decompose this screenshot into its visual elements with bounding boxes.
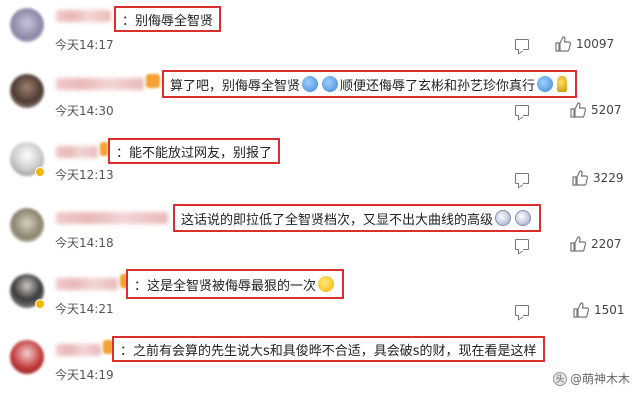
doge-emoji-icon — [302, 76, 319, 92]
username[interactable] — [56, 278, 118, 290]
comment-text-content: 算了吧，别侮辱全智贤 — [170, 78, 301, 94]
comment-text: ：能不能放过网友，别报了 — [108, 138, 281, 164]
comment-text-content: 顺便还侮辱了玄彬和孙艺珍你真行 — [340, 78, 536, 94]
comment-text-content: ：别侮辱全智贤 — [122, 13, 214, 29]
verified-icon — [35, 299, 45, 309]
watermark-text: @萌神木木 — [569, 372, 630, 386]
reply-icon[interactable] — [515, 239, 529, 250]
avatar[interactable] — [10, 208, 44, 242]
reply-icon[interactable] — [515, 173, 529, 184]
like-count: 10097 — [576, 37, 615, 51]
comment-actions: 2207 — [500, 236, 640, 256]
comment-text: 这话说的即拉低了全智贤档次，又显不出大曲线的高级 — [173, 204, 542, 232]
like-count: 3229 — [593, 171, 624, 185]
watermark: 头 @萌神木木 — [552, 370, 630, 387]
like-count: 5207 — [591, 103, 622, 117]
comment-text: ：这是全智贤被侮辱最狠的一次 — [126, 269, 345, 299]
username[interactable] — [56, 146, 98, 158]
like-icon[interactable] — [570, 102, 586, 118]
comment-actions: 3229 — [500, 170, 640, 190]
doge-emoji-icon — [322, 76, 339, 92]
comment-item: ：能不能放过网友，别报了 今天12:13 3229 — [0, 136, 640, 202]
comment-item: ：这是全智贤被侮辱最狠的一次 今天14:21 1501 — [0, 268, 640, 334]
like-icon[interactable] — [570, 236, 586, 252]
username[interactable] — [56, 212, 168, 224]
timestamp: 今天14:30 — [55, 104, 114, 118]
like-count: 1501 — [594, 303, 625, 317]
comment-actions: 10097 — [500, 36, 640, 56]
comment-actions: 5207 — [500, 102, 640, 122]
comment-text: ：别侮辱全智贤 — [114, 6, 222, 32]
like-icon[interactable] — [555, 36, 571, 52]
smile-emoji-icon — [318, 276, 335, 292]
comment-feed: ：别侮辱全智贤 今天14:17 10097 算了吧，别侮辱全智贤 顺便还侮辱了玄… — [0, 0, 640, 403]
username[interactable] — [56, 344, 101, 356]
comment-item: ：之前有会算的先生说大s和具俊晔不合适，具会破s的财，现在看是这样 今天14:1… — [0, 334, 640, 400]
shy-emoji-icon — [495, 210, 512, 226]
reply-icon[interactable] — [515, 105, 529, 116]
timestamp: 今天14:19 — [55, 368, 114, 382]
comment-item: 这话说的即拉低了全智贤档次，又显不出大曲线的高级 今天14:18 2207 — [0, 202, 640, 268]
avatar[interactable] — [10, 340, 44, 374]
username[interactable] — [56, 10, 111, 22]
avatar[interactable] — [10, 74, 44, 108]
comment-item: 算了吧，别侮辱全智贤 顺便还侮辱了玄彬和孙艺珍你真行 今天14:30 5207 — [0, 68, 640, 134]
reply-icon[interactable] — [515, 39, 529, 50]
comment-text-content: 这话说的即拉低了全智贤档次，又显不出大曲线的高级 — [181, 212, 494, 228]
vip-badge-icon — [146, 74, 160, 88]
toutiao-logo-icon: 头 — [552, 371, 567, 386]
timestamp: 今天14:21 — [55, 302, 114, 316]
comment-actions: 1501 — [500, 302, 640, 322]
verified-icon — [35, 167, 45, 177]
reply-icon[interactable] — [515, 305, 529, 316]
doge-emoji-icon — [537, 76, 554, 92]
vip-badge-icon — [100, 142, 108, 156]
shy-emoji-icon — [515, 210, 532, 226]
like-count: 2207 — [591, 237, 622, 251]
comment-text-content: ：这是全智贤被侮辱最狠的一次 — [134, 278, 317, 294]
avatar[interactable] — [10, 8, 44, 42]
username[interactable] — [56, 78, 144, 90]
timestamp: 今天14:17 — [55, 38, 114, 52]
timestamp: 今天14:18 — [55, 236, 114, 250]
comment-text-content: ：之前有会算的先生说大s和具俊晔不合适，具会破s的财，现在看是这样 — [120, 343, 537, 359]
like-icon[interactable] — [572, 170, 588, 186]
comment-item: ：别侮辱全智贤 今天14:17 10097 — [0, 0, 640, 66]
timestamp: 今天12:13 — [55, 168, 114, 182]
like-icon[interactable] — [573, 302, 589, 318]
comment-text-content: ：能不能放过网友，别报了 — [116, 145, 273, 161]
bulb-emoji-icon — [557, 76, 568, 92]
comment-text: ：之前有会算的先生说大s和具俊晔不合适，具会破s的财，现在看是这样 — [112, 336, 545, 362]
comment-text: 算了吧，别侮辱全智贤 顺便还侮辱了玄彬和孙艺珍你真行 — [162, 70, 578, 98]
